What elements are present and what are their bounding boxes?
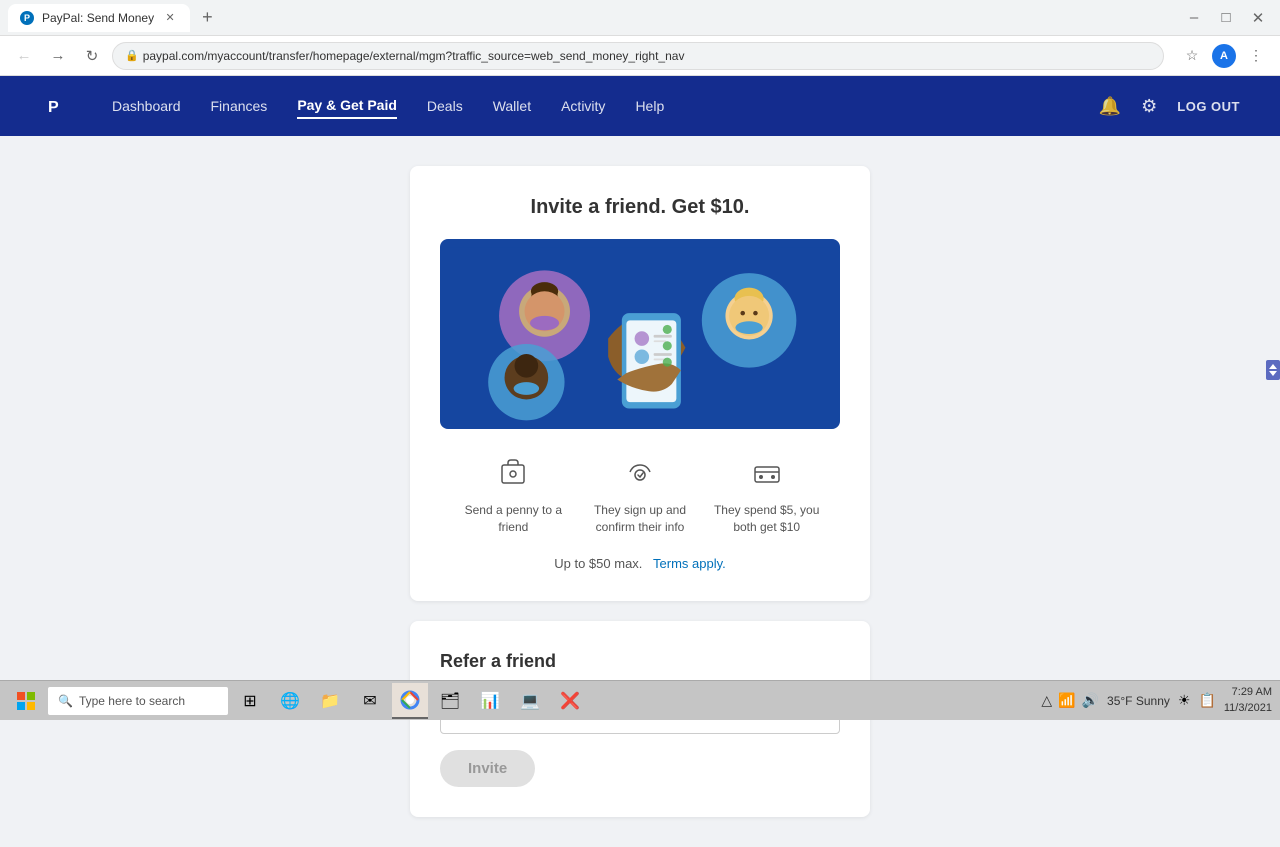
- navbar-right-section: 🔔 ⚙ LOG OUT: [1099, 96, 1240, 117]
- weather-info: 35°F Sunny: [1107, 694, 1170, 708]
- forward-button[interactable]: →: [44, 42, 72, 70]
- clock-date: 11/3/2021: [1224, 701, 1272, 716]
- browser-nav-bar: ← → ↻ 🔒 paypal.com/myaccount/transfer/ho…: [0, 36, 1280, 76]
- step-2-icon: [625, 457, 655, 494]
- invite-card: Invite a friend. Get $10.: [410, 166, 870, 601]
- url-text: paypal.com/myaccount/transfer/homepage/e…: [143, 49, 685, 63]
- terms-link[interactable]: Terms apply.: [653, 556, 726, 571]
- step-1: Send a penny to a friend: [450, 457, 577, 536]
- clock-time: 7:29 AM: [1224, 685, 1272, 700]
- steps-row: Send a penny to a friend They sign up an…: [440, 457, 840, 536]
- chrome-icon[interactable]: [392, 683, 428, 719]
- tray-up-icon[interactable]: △: [1041, 692, 1052, 709]
- step-1-text: Send a penny to a friend: [458, 502, 569, 536]
- nav-help[interactable]: Help: [635, 94, 664, 118]
- step-1-icon: [498, 457, 528, 494]
- invite-button[interactable]: Invite: [440, 750, 535, 787]
- terms-row: Up to $50 max. Terms apply.: [440, 556, 840, 571]
- minimize-button[interactable]: –: [1180, 4, 1208, 32]
- search-icon: 🔍: [58, 694, 73, 708]
- task-view-button[interactable]: ⊞: [232, 683, 268, 719]
- nav-finances[interactable]: Finances: [211, 94, 268, 118]
- nav-activity[interactable]: Activity: [561, 94, 605, 118]
- tab-favicon: P: [20, 11, 34, 25]
- step-2: They sign up and confirm their info: [577, 457, 704, 536]
- step-3-text: They spend $5, you both get $10: [711, 502, 822, 536]
- taskbar-right: △ 📶 🔊 35°F Sunny ☀ 📋 7:29 AM 11/3/2021: [1041, 685, 1272, 716]
- notifications-button[interactable]: 🔔: [1099, 96, 1121, 117]
- extensions-button[interactable]: ⋮: [1242, 42, 1270, 70]
- nav-dashboard[interactable]: Dashboard: [112, 94, 181, 118]
- browser-titlebar: P PayPal: Send Money ✕ + – □ ✕: [0, 0, 1280, 36]
- profile-avatar[interactable]: A: [1212, 44, 1236, 68]
- taskbar-search[interactable]: 🔍 Type here to search: [48, 687, 228, 715]
- browser-tab[interactable]: P PayPal: Send Money ✕: [8, 4, 190, 32]
- nav-pay-get-paid[interactable]: Pay & Get Paid: [297, 93, 397, 119]
- network-icon[interactable]: 📶: [1058, 692, 1075, 709]
- volume-icon[interactable]: 🔊: [1082, 692, 1099, 709]
- mail-icon[interactable]: ✉: [352, 683, 388, 719]
- refer-title: Refer a friend: [440, 651, 840, 672]
- explorer-icon[interactable]: 📁: [312, 683, 348, 719]
- step-3-icon: [752, 457, 782, 494]
- app-icon-2[interactable]: 💻: [512, 683, 548, 719]
- invite-title: Invite a friend. Get $10.: [440, 196, 840, 219]
- step-3: They spend $5, you both get $10: [703, 457, 830, 536]
- weather-icon: ☀: [1178, 692, 1191, 709]
- invite-illustration: [440, 239, 840, 429]
- limit-text: Up to $50 max.: [554, 556, 642, 571]
- nav-wallet[interactable]: Wallet: [493, 94, 531, 118]
- explorer2-icon[interactable]: 🗂: [432, 683, 468, 719]
- close-browser-button[interactable]: ✕: [1244, 4, 1272, 32]
- app-icon-1[interactable]: 📊: [472, 683, 508, 719]
- system-tray: △ 📶 🔊: [1041, 692, 1099, 709]
- paypal-logo[interactable]: P: [40, 90, 72, 122]
- back-button[interactable]: ←: [10, 42, 38, 70]
- app-icon-3[interactable]: ❌: [552, 683, 588, 719]
- notification-tray-icon[interactable]: 📋: [1198, 692, 1215, 709]
- step-2-text: They sign up and confirm their info: [585, 502, 696, 536]
- refresh-button[interactable]: ↻: [78, 42, 106, 70]
- taskbar-icons: ⊞ 🌐 📁 ✉ 🗂 📊 💻 ❌: [232, 683, 588, 719]
- tab-close-button[interactable]: ✕: [162, 10, 178, 26]
- edge-browser-icon[interactable]: 🌐: [272, 683, 308, 719]
- taskbar: 🔍 Type here to search ⊞ 🌐 📁 ✉ 🗂 📊 💻 ❌ △ …: [0, 680, 1280, 720]
- new-tab-button[interactable]: +: [194, 7, 221, 28]
- restore-button[interactable]: □: [1212, 4, 1240, 32]
- settings-button[interactable]: ⚙: [1141, 96, 1157, 117]
- browser-actions: ☆ A ⋮: [1178, 42, 1270, 70]
- nav-deals[interactable]: Deals: [427, 94, 463, 118]
- search-placeholder: Type here to search: [79, 694, 185, 708]
- bookmark-button[interactable]: ☆: [1178, 42, 1206, 70]
- start-button[interactable]: [8, 683, 44, 719]
- logout-button[interactable]: LOG OUT: [1177, 99, 1240, 114]
- address-bar[interactable]: 🔒 paypal.com/myaccount/transfer/homepage…: [112, 42, 1164, 70]
- scroll-indicator[interactable]: [1266, 360, 1280, 380]
- tab-title: PayPal: Send Money: [42, 11, 154, 25]
- paypal-navbar: P Dashboard Finances Pay & Get Paid Deal…: [0, 76, 1280, 136]
- main-content: Invite a friend. Get $10.: [0, 136, 1280, 847]
- clock[interactable]: 7:29 AM 11/3/2021: [1224, 685, 1272, 716]
- invite-banner: [440, 239, 840, 429]
- svg-text:P: P: [48, 99, 59, 116]
